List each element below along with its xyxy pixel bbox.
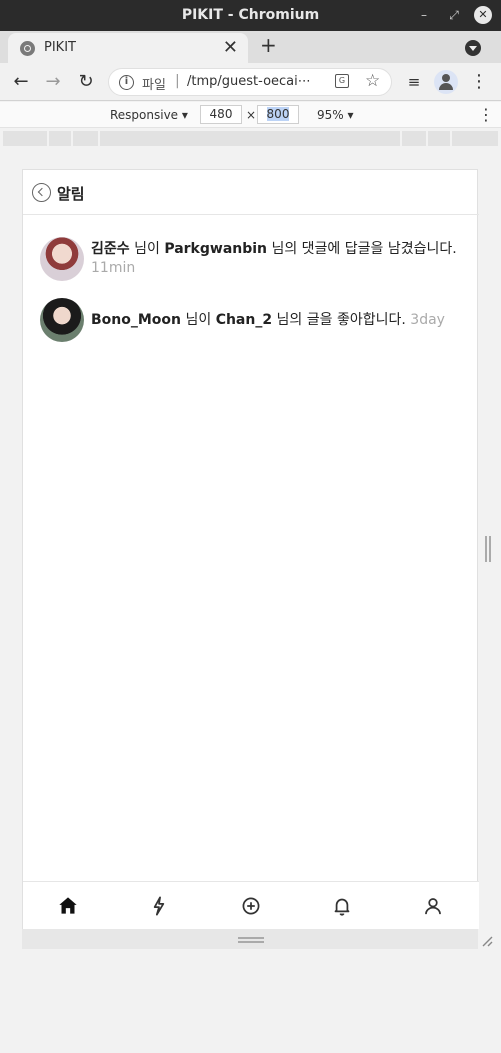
browser-toolbar: ← → ↻ i 파일 | /tmp/guest-oecai⋯ G ☆ ≡ ⋮ <box>0 63 501 101</box>
media-queue-icon[interactable]: ≡ <box>401 69 427 95</box>
device-mode-select[interactable]: Responsive ▾ <box>110 108 188 122</box>
resize-handle-right[interactable] <box>485 536 491 562</box>
forward-arrow-icon[interactable]: → <box>40 69 66 95</box>
notification-time: 3day <box>410 312 445 328</box>
page-title: 알림 <box>57 185 85 203</box>
avatar[interactable] <box>40 298 84 342</box>
avatar[interactable] <box>40 237 84 281</box>
new-tab-button[interactable]: + <box>260 33 277 57</box>
maximize-icon[interactable]: ⤢ <box>445 6 463 24</box>
media-query-ruler <box>0 129 501 146</box>
app-viewport: 알림 김준수 님이 Parkgwanbin 님의 댓글에 답글을 남겼습니다. … <box>22 169 479 929</box>
globe-icon <box>20 41 35 56</box>
tab-close-icon[interactable]: ✕ <box>223 37 238 58</box>
width-input[interactable]: 480 <box>200 105 242 124</box>
tab-title: PIKIT <box>44 40 76 55</box>
device-toolbar: Responsive ▾ 480 × 800 95% ▾ ⋮ <box>0 102 501 128</box>
bookmark-star-icon[interactable]: ☆ <box>365 71 380 91</box>
resize-handle-bottom[interactable] <box>238 937 264 943</box>
height-input[interactable]: 800 <box>257 105 299 124</box>
notification-time: 11min <box>91 260 136 276</box>
resize-corner-icon[interactable] <box>481 932 493 947</box>
close-window-icon[interactable]: ✕ <box>474 6 492 24</box>
app-header: 알림 <box>23 170 479 215</box>
info-icon[interactable]: i <box>119 75 134 90</box>
add-circle-icon[interactable] <box>238 893 264 919</box>
bolt-icon[interactable] <box>146 893 172 919</box>
person-icon[interactable] <box>420 893 446 919</box>
back-arrow-icon[interactable]: ← <box>8 69 34 95</box>
url-separator: | <box>175 73 180 89</box>
bottom-nav <box>23 881 479 929</box>
tab-search-icon[interactable] <box>465 40 481 56</box>
minimize-icon[interactable]: – <box>415 6 433 24</box>
notification-target[interactable]: Parkgwanbin <box>164 241 267 257</box>
menu-kebab-icon[interactable]: ⋮ <box>466 69 492 95</box>
notification-target[interactable]: Chan_2 <box>216 312 272 328</box>
times-sign: × <box>246 108 257 122</box>
home-icon[interactable] <box>55 893 81 919</box>
tab-strip: PIKIT ✕ <box>0 31 501 63</box>
translate-icon[interactable]: G <box>335 74 349 88</box>
bell-icon[interactable] <box>329 893 355 919</box>
zoom-select[interactable]: 95% ▾ <box>317 108 354 122</box>
tab-pikit[interactable]: PIKIT ✕ <box>8 33 248 63</box>
window-titlebar: PIKIT - Chromium – ⤢ ✕ <box>0 0 501 31</box>
url-scheme: 파일 <box>142 78 166 93</box>
url-text: /tmp/guest-oecai⋯ <box>187 74 311 89</box>
notification-text: Bono_Moon 님이 Chan_2 님의 글을 좋아합니다. 3day <box>91 312 445 328</box>
reload-icon[interactable]: ↻ <box>73 69 99 95</box>
notification-user[interactable]: 김준수 <box>91 241 130 257</box>
notification-user[interactable]: Bono_Moon <box>91 312 181 328</box>
device-more-icon[interactable]: ⋮ <box>478 105 494 124</box>
back-circle-icon[interactable] <box>32 183 51 202</box>
profile-avatar-icon[interactable] <box>434 70 458 94</box>
address-bar[interactable]: i 파일 | /tmp/guest-oecai⋯ G ☆ <box>108 68 392 96</box>
notification-text: 김준수 님이 Parkgwanbin 님의 댓글에 답글을 남겼습니다. 11m… <box>91 241 457 276</box>
